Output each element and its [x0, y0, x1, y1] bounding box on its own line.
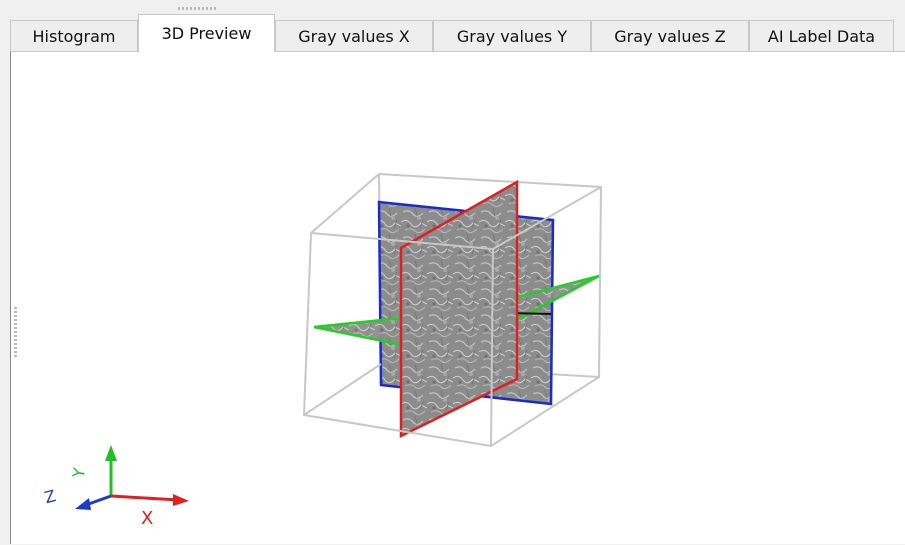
axis-y-arrow [105, 445, 117, 461]
tab-3d-preview[interactable]: 3D Preview [138, 14, 275, 52]
drag-grip[interactable] [178, 7, 216, 10]
tab-gray-values-z[interactable]: Gray values Z [591, 20, 749, 51]
axis-triad: Y X Z [42, 445, 189, 529]
axis-y-label: Y [69, 466, 90, 480]
axis-x-label: X [141, 508, 153, 529]
tab-gray-values-x[interactable]: Gray values X [275, 20, 433, 51]
axis-x-arrow [173, 494, 189, 506]
tab-bar: Histogram 3D Preview Gray values X Gray … [0, 0, 905, 52]
tab-ai-label-data[interactable]: AI Label Data [749, 20, 894, 51]
tab-histogram[interactable]: Histogram [10, 20, 138, 51]
splitter-grip[interactable] [14, 307, 17, 357]
3d-viewport[interactable]: Y X Z [11, 52, 905, 545]
axis-z-label: Z [42, 486, 58, 507]
axis-z-arrow [75, 498, 91, 510]
axis-x-line [110, 494, 180, 502]
3d-preview-panel: Y X Z [10, 51, 905, 544]
tab-gray-values-y[interactable]: Gray values Y [433, 20, 591, 51]
